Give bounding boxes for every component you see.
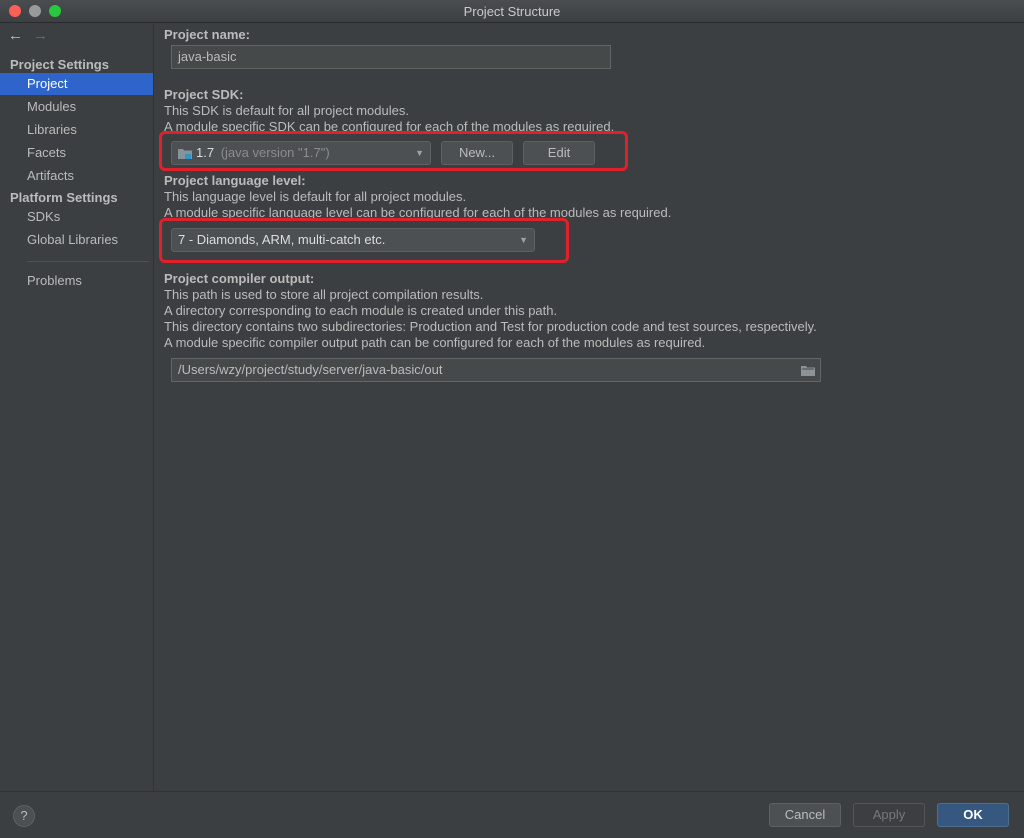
title-bar: Project Structure — [0, 0, 1024, 23]
dialog-footer: ? Cancel Apply OK — [0, 791, 1024, 838]
forward-arrow-icon[interactable]: → — [33, 27, 48, 44]
project-settings-header: Project Settings — [10, 57, 109, 72]
sidebar-item-facets[interactable]: Facets — [0, 142, 153, 164]
project-settings-panel: Project name: java-basic Project SDK: Th… — [154, 23, 1024, 791]
sidebar-item-project[interactable]: Project — [0, 73, 153, 95]
sidebar-divider — [27, 261, 149, 262]
output-description-4: A module specific compiler output path c… — [164, 335, 706, 350]
sidebar-item-modules[interactable]: Modules — [0, 96, 153, 118]
help-button[interactable]: ? — [13, 805, 35, 827]
cancel-button[interactable]: Cancel — [769, 803, 841, 827]
sidebar-item-global-libraries[interactable]: Global Libraries — [0, 229, 153, 251]
platform-settings-header: Platform Settings — [10, 190, 118, 205]
sidebar-item-problems[interactable]: Problems — [0, 270, 153, 292]
output-path-value: /Users/wzy/project/study/server/java-bas… — [178, 362, 443, 377]
language-level-label: Project language level: — [164, 173, 306, 188]
window-title: Project Structure — [463, 4, 561, 19]
compiler-output-label: Project compiler output: — [164, 271, 315, 286]
compiler-output-path-input[interactable]: /Users/wzy/project/study/server/java-bas… — [171, 358, 821, 382]
output-description-1: This path is used to store all project c… — [164, 287, 484, 302]
ok-button[interactable]: OK — [937, 803, 1009, 827]
nav-arrows: ← → — [8, 27, 48, 44]
project-sdk-label: Project SDK: — [164, 87, 244, 102]
sidebar: ← → Project Settings Project Modules Libr… — [0, 23, 154, 791]
back-arrow-icon[interactable]: ← — [8, 27, 23, 44]
project-name-label: Project name: — [164, 27, 250, 42]
sdk-highlight-box — [159, 131, 628, 171]
sidebar-item-artifacts[interactable]: Artifacts — [0, 165, 153, 187]
folder-browse-icon[interactable] — [801, 365, 815, 376]
output-description-3: This directory contains two subdirectori… — [164, 319, 817, 334]
sidebar-item-libraries[interactable]: Libraries — [0, 119, 153, 141]
apply-button[interactable]: Apply — [853, 803, 925, 827]
project-name-input[interactable]: java-basic — [171, 45, 611, 69]
sdk-description-1: This SDK is default for all project modu… — [164, 103, 409, 118]
output-description-2: A directory corresponding to each module… — [164, 303, 558, 318]
language-description-1: This language level is default for all p… — [164, 189, 467, 204]
sidebar-item-sdks[interactable]: SDKs — [0, 206, 153, 228]
language-highlight-box — [159, 218, 569, 263]
